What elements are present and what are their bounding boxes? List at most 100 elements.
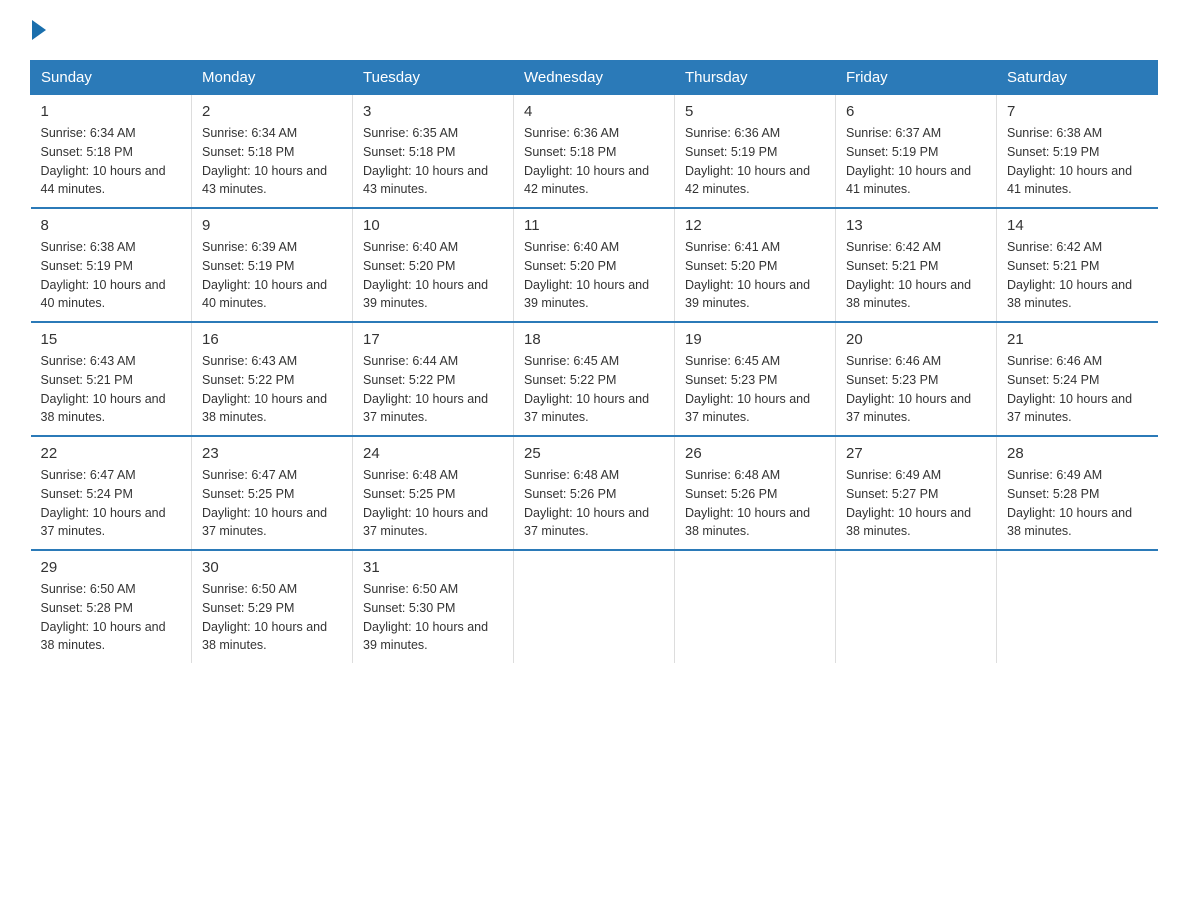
day-number: 18 (524, 331, 664, 348)
day-number: 22 (41, 445, 182, 462)
day-info: Sunrise: 6:47 AMSunset: 5:25 PMDaylight:… (202, 466, 342, 541)
calendar-cell: 22 Sunrise: 6:47 AMSunset: 5:24 PMDayligh… (31, 436, 192, 550)
calendar-header-tuesday: Tuesday (353, 61, 514, 95)
calendar-header-monday: Monday (192, 61, 353, 95)
day-info: Sunrise: 6:39 AMSunset: 5:19 PMDaylight:… (202, 238, 342, 313)
calendar-cell: 27Sunrise: 6:49 AMSunset: 5:27 PMDayligh… (836, 436, 997, 550)
calendar-cell (675, 550, 836, 663)
day-number: 6 (846, 103, 986, 120)
day-info: Sunrise: 6:45 AMSunset: 5:22 PMDaylight:… (524, 352, 664, 427)
calendar-cell: 6Sunrise: 6:37 AMSunset: 5:19 PMDaylight… (836, 95, 997, 209)
day-info: Sunrise: 6:46 AMSunset: 5:24 PMDaylight:… (1007, 352, 1148, 427)
day-info: Sunrise: 6:36 AMSunset: 5:19 PMDaylight:… (685, 124, 825, 199)
calendar-week-row: 1 Sunrise: 6:34 AMSunset: 5:18 PMDaylight… (31, 95, 1158, 209)
calendar-header-thursday: Thursday (675, 61, 836, 95)
day-info: Sunrise: 6:48 AMSunset: 5:25 PMDaylight:… (363, 466, 503, 541)
calendar-header-row: SundayMondayTuesdayWednesdayThursdayFrid… (31, 61, 1158, 95)
day-info: Sunrise: 6:43 AMSunset: 5:21 PMDaylight:… (41, 352, 182, 427)
day-number: 5 (685, 103, 825, 120)
day-info: Sunrise: 6:50 AMSunset: 5:28 PMDaylight:… (41, 580, 182, 655)
day-number: 27 (846, 445, 986, 462)
day-number: 19 (685, 331, 825, 348)
day-info: Sunrise: 6:40 AMSunset: 5:20 PMDaylight:… (363, 238, 503, 313)
day-info: Sunrise: 6:44 AMSunset: 5:22 PMDaylight:… (363, 352, 503, 427)
day-number: 16 (202, 331, 342, 348)
calendar-cell: 2Sunrise: 6:34 AMSunset: 5:18 PMDaylight… (192, 95, 353, 209)
day-number: 20 (846, 331, 986, 348)
day-info: Sunrise: 6:38 AMSunset: 5:19 PMDaylight:… (1007, 124, 1148, 199)
calendar-cell: 7 Sunrise: 6:38 AMSunset: 5:19 PMDaylight… (997, 95, 1158, 209)
day-info: Sunrise: 6:50 AMSunset: 5:29 PMDaylight:… (202, 580, 342, 655)
calendar-cell (514, 550, 675, 663)
calendar-header-wednesday: Wednesday (514, 61, 675, 95)
calendar-cell: 31 Sunrise: 6:50 AMSunset: 5:30 PMDayligh… (353, 550, 514, 663)
calendar-cell: 14 Sunrise: 6:42 AMSunset: 5:21 PMDayligh… (997, 208, 1158, 322)
day-info: Sunrise: 6:42 AMSunset: 5:21 PMDaylight:… (1007, 238, 1148, 313)
calendar-cell: 21 Sunrise: 6:46 AMSunset: 5:24 PMDayligh… (997, 322, 1158, 436)
calendar-cell: 24 Sunrise: 6:48 AMSunset: 5:25 PMDayligh… (353, 436, 514, 550)
day-info: Sunrise: 6:43 AMSunset: 5:22 PMDaylight:… (202, 352, 342, 427)
day-number: 24 (363, 445, 503, 462)
calendar-cell: 8 Sunrise: 6:38 AMSunset: 5:19 PMDaylight… (31, 208, 192, 322)
calendar-table: SundayMondayTuesdayWednesdayThursdayFrid… (30, 60, 1158, 663)
calendar-cell: 25 Sunrise: 6:48 AMSunset: 5:26 PMDayligh… (514, 436, 675, 550)
calendar-cell: 4Sunrise: 6:36 AMSunset: 5:18 PMDaylight… (514, 95, 675, 209)
calendar-cell: 28 Sunrise: 6:49 AMSunset: 5:28 PMDayligh… (997, 436, 1158, 550)
day-number: 1 (41, 103, 182, 120)
day-number: 8 (41, 217, 182, 234)
calendar-cell: 11 Sunrise: 6:40 AMSunset: 5:20 PMDayligh… (514, 208, 675, 322)
calendar-cell: 19 Sunrise: 6:45 AMSunset: 5:23 PMDayligh… (675, 322, 836, 436)
day-info: Sunrise: 6:48 AMSunset: 5:26 PMDaylight:… (685, 466, 825, 541)
day-number: 3 (363, 103, 503, 120)
day-info: Sunrise: 6:47 AMSunset: 5:24 PMDaylight:… (41, 466, 182, 541)
logo-arrow-icon (32, 20, 46, 40)
day-info: Sunrise: 6:38 AMSunset: 5:19 PMDaylight:… (41, 238, 182, 313)
day-info: Sunrise: 6:49 AMSunset: 5:28 PMDaylight:… (1007, 466, 1148, 541)
calendar-header-sunday: Sunday (31, 61, 192, 95)
day-info: Sunrise: 6:46 AMSunset: 5:23 PMDaylight:… (846, 352, 986, 427)
day-number: 7 (1007, 103, 1148, 120)
calendar-cell: 9 Sunrise: 6:39 AMSunset: 5:19 PMDaylight… (192, 208, 353, 322)
calendar-cell: 23 Sunrise: 6:47 AMSunset: 5:25 PMDayligh… (192, 436, 353, 550)
day-number: 28 (1007, 445, 1148, 462)
calendar-cell: 10 Sunrise: 6:40 AMSunset: 5:20 PMDayligh… (353, 208, 514, 322)
day-number: 9 (202, 217, 342, 234)
day-info: Sunrise: 6:42 AMSunset: 5:21 PMDaylight:… (846, 238, 986, 313)
day-number: 15 (41, 331, 182, 348)
day-number: 30 (202, 559, 342, 576)
day-info: Sunrise: 6:45 AMSunset: 5:23 PMDaylight:… (685, 352, 825, 427)
calendar-cell: 26Sunrise: 6:48 AMSunset: 5:26 PMDayligh… (675, 436, 836, 550)
day-number: 17 (363, 331, 503, 348)
calendar-cell: 20 Sunrise: 6:46 AMSunset: 5:23 PMDayligh… (836, 322, 997, 436)
calendar-cell: 30 Sunrise: 6:50 AMSunset: 5:29 PMDayligh… (192, 550, 353, 663)
day-number: 31 (363, 559, 503, 576)
day-info: Sunrise: 6:40 AMSunset: 5:20 PMDaylight:… (524, 238, 664, 313)
calendar-cell: 13 Sunrise: 6:42 AMSunset: 5:21 PMDayligh… (836, 208, 997, 322)
calendar-cell (997, 550, 1158, 663)
day-number: 13 (846, 217, 986, 234)
day-info: Sunrise: 6:50 AMSunset: 5:30 PMDaylight:… (363, 580, 503, 655)
day-number: 10 (363, 217, 503, 234)
day-number: 11 (524, 217, 664, 234)
calendar-cell (836, 550, 997, 663)
calendar-header-saturday: Saturday (997, 61, 1158, 95)
calendar-cell: 18 Sunrise: 6:45 AMSunset: 5:22 PMDayligh… (514, 322, 675, 436)
day-number: 12 (685, 217, 825, 234)
day-info: Sunrise: 6:35 AMSunset: 5:18 PMDaylight:… (363, 124, 503, 199)
calendar-cell: 5 Sunrise: 6:36 AMSunset: 5:19 PMDaylight… (675, 95, 836, 209)
day-info: Sunrise: 6:41 AMSunset: 5:20 PMDaylight:… (685, 238, 825, 313)
day-number: 25 (524, 445, 664, 462)
calendar-week-row: 15 Sunrise: 6:43 AMSunset: 5:21 PMDayligh… (31, 322, 1158, 436)
calendar-week-row: 8 Sunrise: 6:38 AMSunset: 5:19 PMDaylight… (31, 208, 1158, 322)
day-number: 21 (1007, 331, 1148, 348)
calendar-cell: 12 Sunrise: 6:41 AMSunset: 5:20 PMDayligh… (675, 208, 836, 322)
day-number: 14 (1007, 217, 1148, 234)
calendar-week-row: 29Sunrise: 6:50 AMSunset: 5:28 PMDayligh… (31, 550, 1158, 663)
day-info: Sunrise: 6:48 AMSunset: 5:26 PMDaylight:… (524, 466, 664, 541)
day-number: 4 (524, 103, 664, 120)
calendar-cell: 3 Sunrise: 6:35 AMSunset: 5:18 PMDaylight… (353, 95, 514, 209)
page-header (30, 20, 1158, 40)
day-info: Sunrise: 6:34 AMSunset: 5:18 PMDaylight:… (202, 124, 342, 199)
day-info: Sunrise: 6:34 AMSunset: 5:18 PMDaylight:… (41, 124, 182, 199)
day-number: 23 (202, 445, 342, 462)
